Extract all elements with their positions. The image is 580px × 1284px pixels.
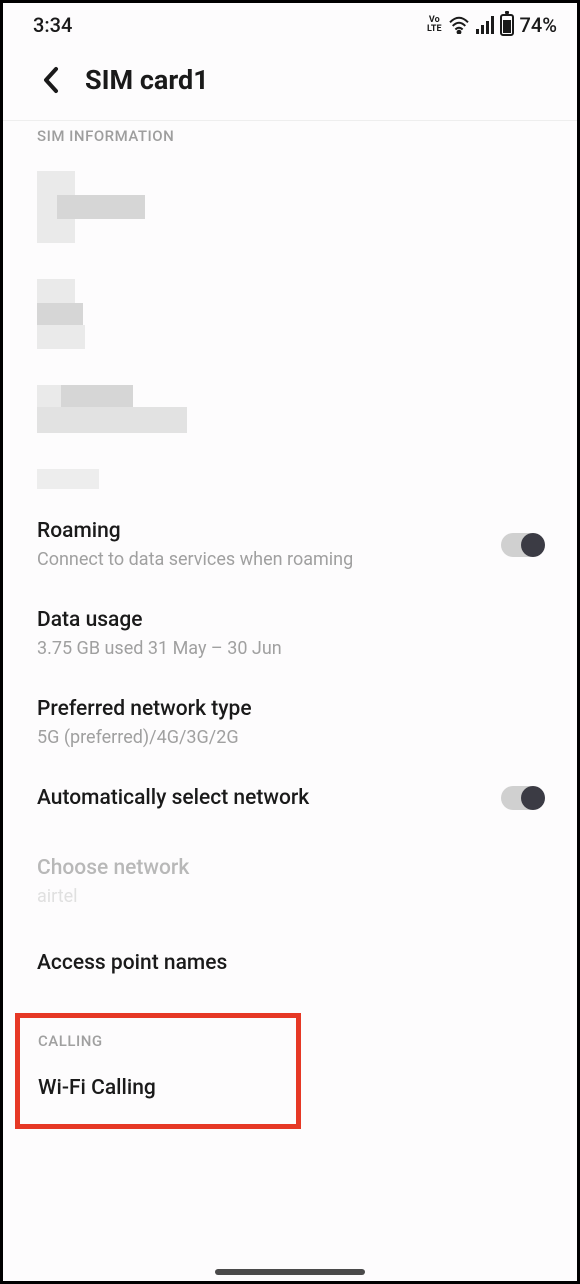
setting-preferred-network[interactable]: Preferred network type 5G (preferred)/4G… bbox=[3, 681, 577, 770]
setting-auto-select-network[interactable]: Automatically select network bbox=[3, 770, 577, 840]
setting-subtitle: airtel bbox=[37, 886, 543, 907]
section-header-sim-info: SIM INFORMATION bbox=[3, 120, 577, 157]
section-header-calling: CALLING bbox=[38, 1032, 278, 1050]
setting-title: Data usage bbox=[37, 608, 543, 632]
signal-icon bbox=[476, 16, 494, 34]
back-icon[interactable] bbox=[37, 66, 65, 94]
setting-title: Preferred network type bbox=[37, 697, 543, 721]
status-right: VoLTE 74% bbox=[427, 13, 557, 37]
setting-subtitle: 3.75 GB used 31 May – 30 Jun bbox=[37, 638, 543, 659]
battery-percent: 74% bbox=[520, 13, 557, 37]
setting-wifi-calling[interactable]: Wi-Fi Calling bbox=[38, 1076, 278, 1100]
setting-choose-network: Choose network airtel bbox=[3, 840, 577, 929]
highlight-box: CALLING Wi-Fi Calling bbox=[15, 1013, 301, 1129]
auto-select-toggle[interactable] bbox=[501, 786, 543, 810]
page-header: SIM card1 bbox=[3, 42, 577, 120]
setting-apn[interactable]: Access point names bbox=[3, 929, 577, 997]
setting-subtitle: 5G (preferred)/4G/3G/2G bbox=[37, 727, 543, 748]
roaming-toggle[interactable] bbox=[501, 533, 543, 557]
page-title: SIM card1 bbox=[85, 64, 209, 96]
battery-icon bbox=[500, 14, 514, 36]
nav-indicator[interactable] bbox=[215, 1269, 365, 1275]
setting-title: Access point names bbox=[37, 951, 543, 975]
setting-title: Roaming bbox=[37, 519, 501, 543]
setting-data-usage[interactable]: Data usage 3.75 GB used 31 May – 30 Jun bbox=[3, 592, 577, 681]
redacted-sim-info bbox=[3, 171, 577, 489]
setting-subtitle: Connect to data services when roaming bbox=[37, 549, 501, 570]
volte-icon: VoLTE bbox=[427, 16, 442, 34]
wifi-icon bbox=[448, 16, 470, 34]
status-time: 3:34 bbox=[33, 13, 72, 37]
setting-title: Choose network bbox=[37, 856, 543, 880]
setting-title: Automatically select network bbox=[37, 786, 501, 810]
status-bar: 3:34 VoLTE 74% bbox=[3, 3, 577, 42]
setting-roaming[interactable]: Roaming Connect to data services when ro… bbox=[3, 503, 577, 592]
